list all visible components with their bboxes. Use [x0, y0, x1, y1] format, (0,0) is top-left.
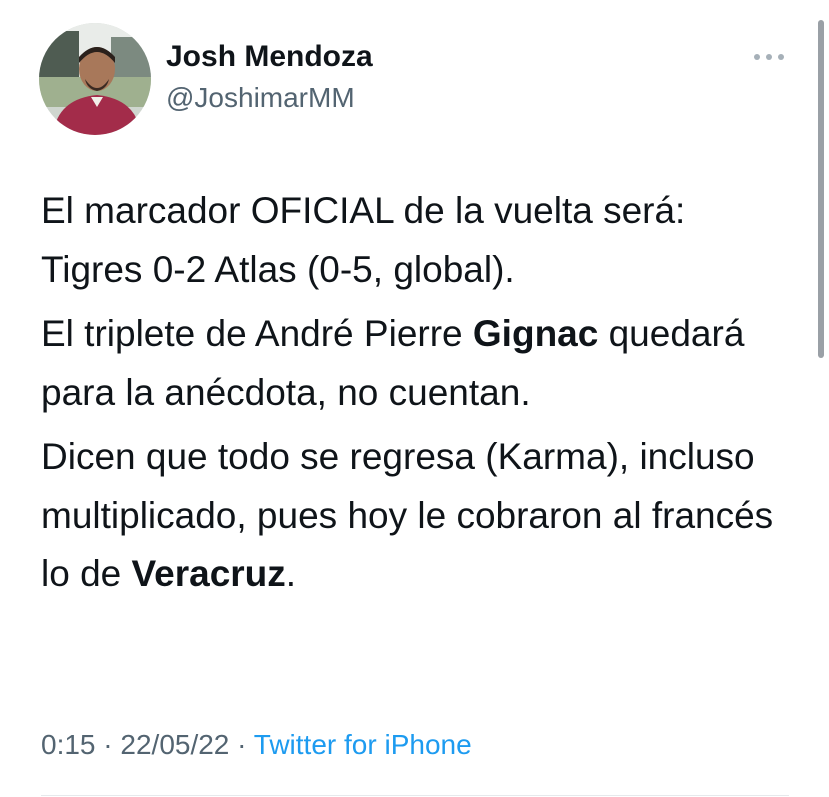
avatar[interactable]: [39, 23, 151, 135]
divider: [41, 795, 789, 796]
bold-text: Veracruz: [131, 553, 286, 594]
tweet-card: Josh Mendoza @JoshimarMM El marcador OFI…: [0, 0, 829, 797]
separator: ·: [103, 729, 113, 760]
tweet-source-link[interactable]: Twitter for iPhone: [254, 729, 472, 760]
tweet-date[interactable]: 22/05/22: [120, 729, 229, 760]
tweet-time[interactable]: 0:15: [41, 729, 96, 760]
scrollbar[interactable]: [818, 20, 824, 358]
tweet-paragraph: Dicen que todo se regresa (Karma), inclu…: [41, 428, 781, 604]
tweet-paragraph: El triplete de André Pierre Gignac queda…: [41, 305, 781, 422]
author-name[interactable]: Josh Mendoza: [166, 40, 373, 74]
bold-text: Gignac: [472, 313, 599, 354]
tweet-metadata: 0:15 · 22/05/22 · Twitter for iPhone: [41, 729, 472, 761]
avatar-photo: [39, 23, 151, 135]
tweet-text: El marcador OFICIAL de la vuelta será: T…: [41, 182, 781, 610]
text-segment: El triplete de André Pierre: [41, 313, 473, 354]
tweet-paragraph: El marcador OFICIAL de la vuelta será: T…: [41, 190, 686, 290]
more-options-icon[interactable]: [752, 50, 786, 64]
author-handle[interactable]: @JoshimarMM: [166, 82, 355, 114]
text-segment: .: [285, 553, 297, 594]
separator: ·: [237, 729, 247, 760]
